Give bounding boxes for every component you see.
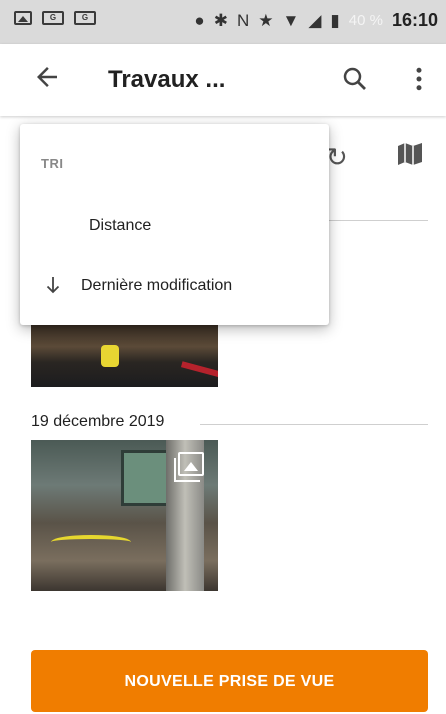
status-right-icons: ● ✱ Ν ★ ▼ ◢ ▮ 40 % 16:10 (194, 10, 438, 31)
photo-detail (51, 535, 131, 549)
map-icon (398, 143, 422, 165)
photo-detail (101, 345, 119, 367)
status-time: 16:10 (391, 10, 438, 30)
nfc-icon: Ν (236, 10, 250, 30)
sort-menu: TRI Distance Dernière modification (20, 124, 329, 325)
app-bar: Travaux ... (0, 44, 446, 116)
refresh-icon: ↻ (326, 142, 348, 172)
arrow-down-icon (46, 277, 60, 294)
signal-icon: ◢ (308, 10, 322, 30)
bluetooth-icon: ✱ (213, 10, 228, 30)
page-title: Travaux ... (108, 66, 226, 93)
status-bar: G G ● ✱ Ν ★ ▼ ◢ ▮ 40 % 16:10 (0, 0, 446, 44)
refresh-button[interactable]: ↻ (326, 142, 348, 173)
map-button[interactable] (397, 143, 423, 165)
battery-icon: ▮ (330, 10, 340, 30)
battery-percent: 40 % (348, 12, 383, 29)
sort-option-distance[interactable]: Distance (20, 201, 329, 251)
image-icon (14, 11, 32, 25)
back-button[interactable] (32, 62, 68, 98)
card-icon: G (74, 11, 96, 25)
wifi-icon: ▼ (282, 10, 300, 30)
status-left-icons: G G (14, 11, 96, 25)
sort-option-label: Distance (89, 217, 152, 234)
more-vert-icon (416, 67, 422, 91)
sort-option-label: Dernière modification (81, 277, 233, 294)
arrow-left-icon (37, 67, 57, 87)
sort-menu-header: TRI (41, 156, 64, 171)
card-icon: G (42, 11, 64, 25)
star-icon: ★ (258, 10, 274, 30)
section-divider (329, 220, 428, 221)
search-icon (343, 67, 366, 90)
more-options-button[interactable] (412, 64, 426, 94)
sort-option-last-modified[interactable]: Dernière modification (20, 261, 329, 311)
date-divider (200, 424, 428, 425)
date-header: 19 décembre 2019 (31, 413, 165, 430)
photo-thumbnail[interactable] (31, 325, 218, 387)
multi-photo-icon (174, 452, 204, 482)
photo-thumbnail[interactable] (31, 440, 218, 591)
location-icon: ● (194, 10, 205, 30)
photo-detail (180, 361, 218, 379)
search-button[interactable] (340, 64, 370, 94)
new-capture-button[interactable]: NOUVELLE PRISE DE VUE (31, 650, 428, 712)
